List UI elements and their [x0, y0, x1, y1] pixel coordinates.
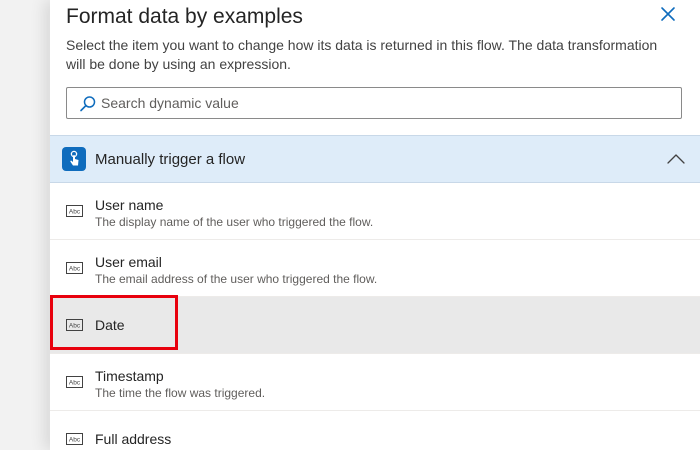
section-header-manual-trigger[interactable]: Manually trigger a flow: [50, 135, 700, 183]
abc-text-icon: Abc: [66, 205, 83, 217]
list-item-full-address[interactable]: Abc Full address: [50, 411, 700, 450]
item-name: User name: [95, 197, 164, 213]
item-description: The email address of the user who trigge…: [95, 272, 378, 286]
list-item-date[interactable]: Abc Date: [50, 297, 700, 354]
item-name: Date: [95, 317, 125, 333]
close-icon: [661, 7, 675, 21]
section-label: Manually trigger a flow: [95, 151, 246, 168]
list-item-timestamp[interactable]: Abc Timestamp The time the flow was trig…: [50, 354, 700, 411]
abc-text-icon: Abc: [66, 433, 83, 445]
page-backdrop: [0, 0, 50, 450]
svg-text:Abc: Abc: [69, 323, 81, 330]
search-icon: [79, 95, 97, 113]
abc-text-icon: Abc: [66, 376, 83, 388]
item-description: The display name of the user who trigger…: [95, 215, 374, 229]
chevron-up-icon[interactable]: [666, 152, 686, 166]
dynamic-value-list: Abc User name The display name of the us…: [50, 183, 700, 450]
list-item-user-name[interactable]: Abc User name The display name of the us…: [50, 183, 700, 240]
panel-description: Select the item you want to change how i…: [66, 37, 658, 72]
list-item-user-email[interactable]: Abc User email The email address of the …: [50, 240, 700, 297]
panel-title: Format data by examples: [66, 5, 303, 28]
item-name: Timestamp: [95, 368, 164, 384]
hand-tap-icon: [62, 147, 86, 171]
search-box: [66, 87, 682, 119]
close-button[interactable]: [656, 2, 680, 26]
search-input[interactable]: [101, 88, 671, 118]
format-data-panel: Format data by examples Select the item …: [50, 0, 700, 450]
svg-text:Abc: Abc: [69, 266, 81, 273]
svg-text:Abc: Abc: [69, 380, 81, 387]
item-name: User email: [95, 254, 162, 270]
item-name: Full address: [95, 431, 172, 447]
item-description: The time the flow was triggered.: [95, 386, 266, 400]
svg-text:Abc: Abc: [69, 437, 81, 444]
abc-text-icon: Abc: [66, 319, 83, 331]
abc-text-icon: Abc: [66, 262, 83, 274]
svg-text:Abc: Abc: [69, 209, 81, 216]
